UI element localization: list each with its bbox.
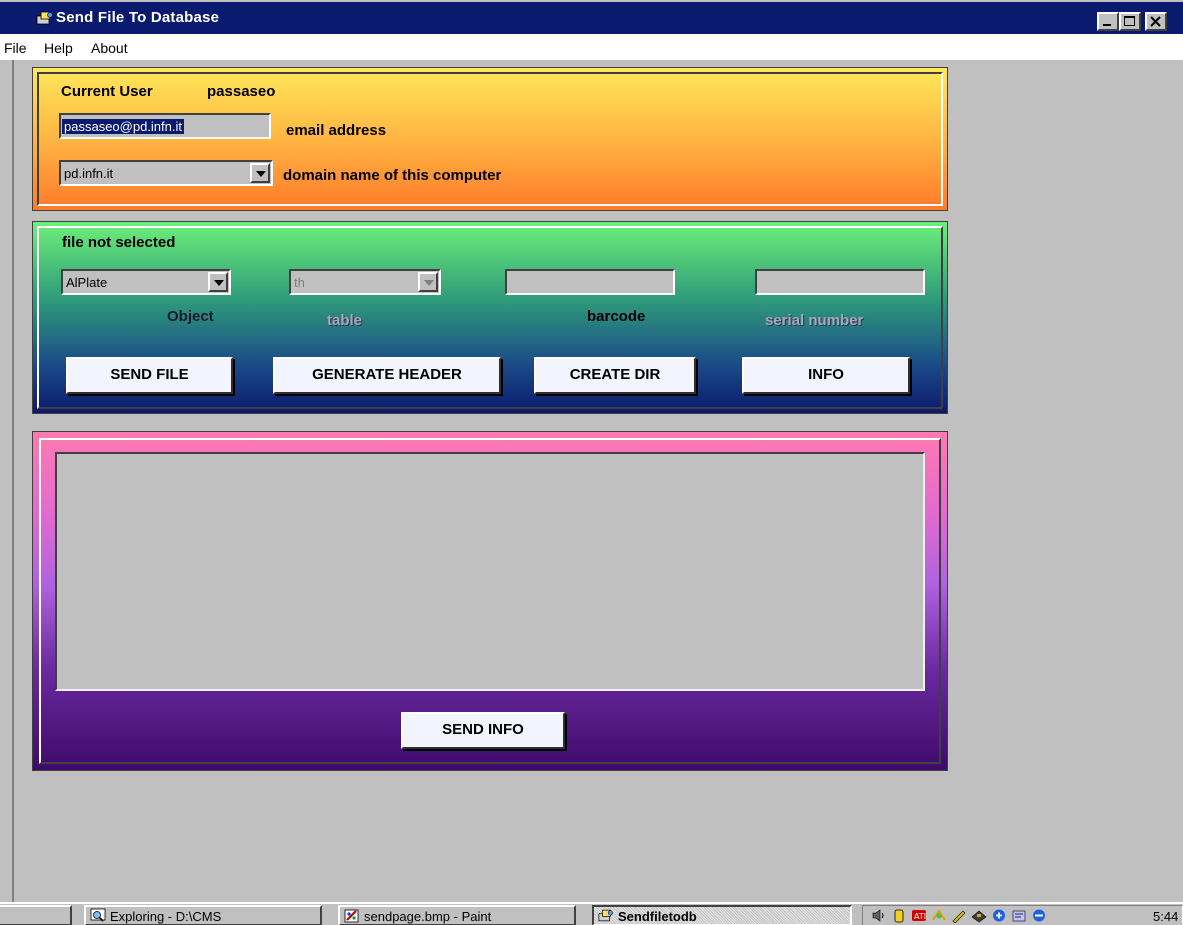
- domain-label: domain name of this computer: [283, 167, 502, 184]
- chevron-down-icon: [424, 280, 434, 286]
- object-select[interactable]: AlPlate: [61, 269, 231, 295]
- serial-number-label: serial number: [765, 312, 864, 329]
- pcmcia-icon[interactable]: [971, 908, 987, 923]
- table-label: table: [327, 312, 363, 329]
- send-file-button[interactable]: SEND FILE: [66, 357, 233, 394]
- paint-icon: [344, 909, 359, 923]
- clock: 5:44: [1153, 909, 1179, 924]
- domain-select[interactable]: pd.infn.it: [59, 160, 273, 186]
- current-user-name: passaseo: [207, 83, 276, 100]
- generate-header-button[interactable]: GENERATE HEADER: [273, 357, 501, 394]
- domain-dropdown-button[interactable]: [250, 163, 270, 183]
- current-user-label: Current User: [61, 83, 153, 100]
- chevron-down-icon: [256, 171, 266, 177]
- svg-text:ATI: ATI: [914, 912, 926, 921]
- object-value: AlPlate: [66, 275, 108, 290]
- menu-bar: File Help About: [0, 34, 1183, 60]
- maximize-button[interactable]: [1119, 12, 1141, 31]
- app-icon: [598, 909, 613, 922]
- task-label: Sendfiletodb: [618, 909, 697, 924]
- task-paint[interactable]: sendpage.bmp - Paint: [338, 905, 576, 925]
- start-button[interactable]: [0, 905, 72, 925]
- menu-about[interactable]: About: [91, 40, 128, 56]
- object-label: Object: [167, 308, 214, 325]
- taskbar: Exploring - D:\CMS sendpage.bmp - Paint …: [0, 902, 1183, 925]
- file-panel: file not selected AlPlate Object th tabl…: [32, 221, 948, 414]
- serial-number-field[interactable]: [755, 269, 925, 295]
- menu-file[interactable]: File: [4, 40, 27, 56]
- ati-icon[interactable]: ATI: [911, 908, 927, 923]
- minimize-button[interactable]: [1097, 12, 1119, 31]
- task-label: Exploring - D:\CMS: [110, 909, 222, 924]
- pen-icon[interactable]: [951, 908, 967, 923]
- explorer-icon: [90, 908, 106, 922]
- create-dir-button[interactable]: CREATE DIR: [534, 357, 696, 394]
- close-button[interactable]: [1145, 12, 1167, 31]
- table-value: th: [294, 275, 305, 290]
- maximize-icon: [1124, 16, 1135, 26]
- volume-icon[interactable]: [871, 908, 887, 923]
- barcode-field[interactable]: [505, 269, 675, 295]
- domain-value: pd.infn.it: [64, 166, 114, 181]
- close-icon: [1150, 16, 1161, 27]
- network-icon[interactable]: [931, 908, 947, 923]
- email-value: passaseo@pd.infn.it: [62, 119, 184, 134]
- barcode-label: barcode: [587, 308, 646, 325]
- display-settings-icon[interactable]: [991, 908, 1007, 923]
- file-status: file not selected: [62, 234, 176, 251]
- window-title: Send File To Database: [56, 9, 220, 26]
- system-tray: ATI 5:44: [862, 905, 1183, 925]
- application-window: Send File To Database File Help About Cu…: [0, 0, 1183, 902]
- table-select[interactable]: th: [289, 269, 441, 295]
- email-field[interactable]: passaseo@pd.infn.it: [59, 113, 271, 139]
- title-bar[interactable]: Send File To Database: [0, 2, 1183, 34]
- info-textarea[interactable]: [55, 452, 925, 691]
- info-button[interactable]: INFO: [742, 357, 910, 394]
- connection-icon[interactable]: [1031, 908, 1047, 923]
- task-exploring[interactable]: Exploring - D:\CMS: [84, 905, 322, 925]
- menu-help[interactable]: Help: [44, 40, 73, 56]
- task-sendfiletodb[interactable]: Sendfiletodb: [592, 905, 852, 925]
- chevron-down-icon: [214, 280, 224, 286]
- object-dropdown-button[interactable]: [208, 272, 228, 292]
- table-dropdown-button[interactable]: [418, 272, 438, 292]
- minimize-icon: [1103, 24, 1111, 26]
- scheduler-icon[interactable]: [1011, 908, 1027, 923]
- battery-icon[interactable]: [891, 908, 907, 923]
- send-info-button[interactable]: SEND INFO: [401, 712, 565, 749]
- task-label: sendpage.bmp - Paint: [364, 909, 492, 924]
- user-panel: Current User passaseo passaseo@pd.infn.i…: [32, 67, 948, 211]
- email-label: email address: [286, 122, 387, 139]
- app-icon: [36, 11, 53, 25]
